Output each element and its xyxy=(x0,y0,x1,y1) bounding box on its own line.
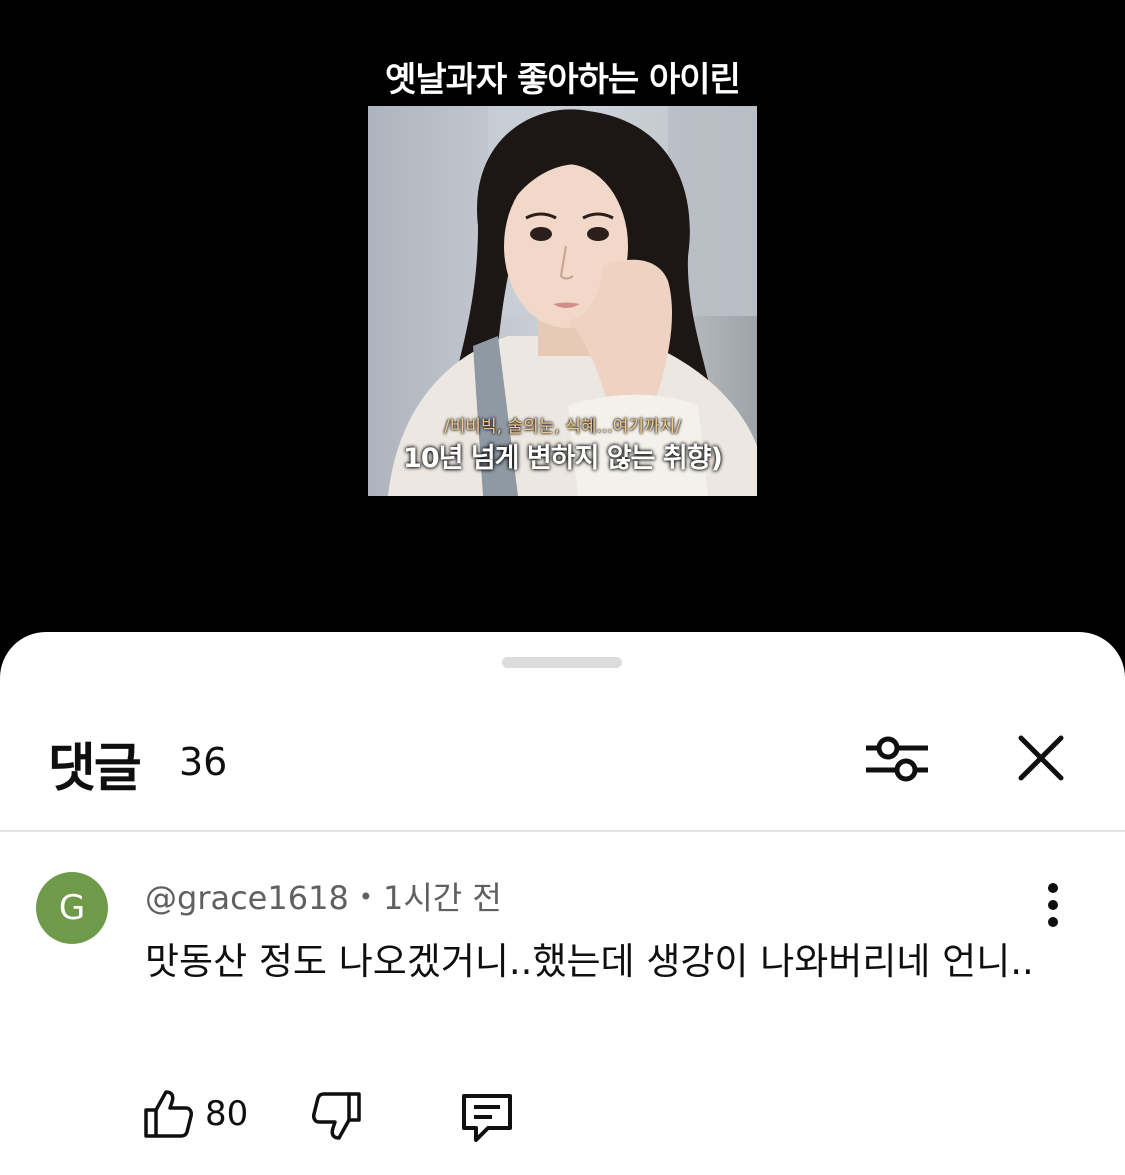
like-button[interactable] xyxy=(142,1088,194,1140)
close-button[interactable] xyxy=(1006,724,1076,794)
meta-separator: • xyxy=(358,883,373,911)
filter-button[interactable] xyxy=(858,724,938,794)
thumbs-up-icon xyxy=(144,1090,193,1138)
comment-time: 1시간 전 xyxy=(382,879,502,917)
comment-author[interactable]: @grace1618 xyxy=(145,879,349,917)
comments-title: 댓글 xyxy=(48,739,142,799)
comment-more-button[interactable] xyxy=(1030,880,1076,930)
comments-count: 36 xyxy=(179,740,228,784)
drag-handle[interactable] xyxy=(502,657,622,668)
reply-button[interactable] xyxy=(458,1090,516,1144)
like-count: 80 xyxy=(205,1094,249,1134)
sliders-icon xyxy=(866,736,928,782)
video-player[interactable]: 옛날과자 좋아하는 아이린 /비비빅, 술의눈, 식혜...여기까지/ 10년 … xyxy=(0,0,1125,660)
video-caption-big: 10년 넘게 변하지 않는 취향) xyxy=(403,443,723,474)
header-divider xyxy=(0,830,1125,832)
thumbs-down-icon xyxy=(312,1092,361,1140)
close-icon xyxy=(1018,735,1064,781)
comment-text: 맛동산 정도 나오겠거니..했는데 생강이 나와버리네 언니.. xyxy=(145,940,1034,983)
video-title: 옛날과자 좋아하는 아이린 xyxy=(385,60,741,100)
dislike-button[interactable] xyxy=(311,1090,363,1142)
video-frame[interactable]: /비비빅, 술의눈, 식혜...여기까지/ 10년 넘게 변하지 않는 취향) xyxy=(368,106,757,496)
more-vertical-icon xyxy=(1048,883,1058,927)
video-caption-small: /비비빅, 술의눈, 식혜...여기까지/ xyxy=(444,417,681,437)
comments-sheet: 댓글 36 G @grace1618 • 1시간 전 맛동산 정도 나오겠거니..했… xyxy=(0,632,1125,1175)
comment-meta: @grace1618 • 1시간 전 xyxy=(145,873,502,919)
avatar[interactable]: G xyxy=(36,872,108,944)
comment-reply-icon xyxy=(462,1094,512,1142)
